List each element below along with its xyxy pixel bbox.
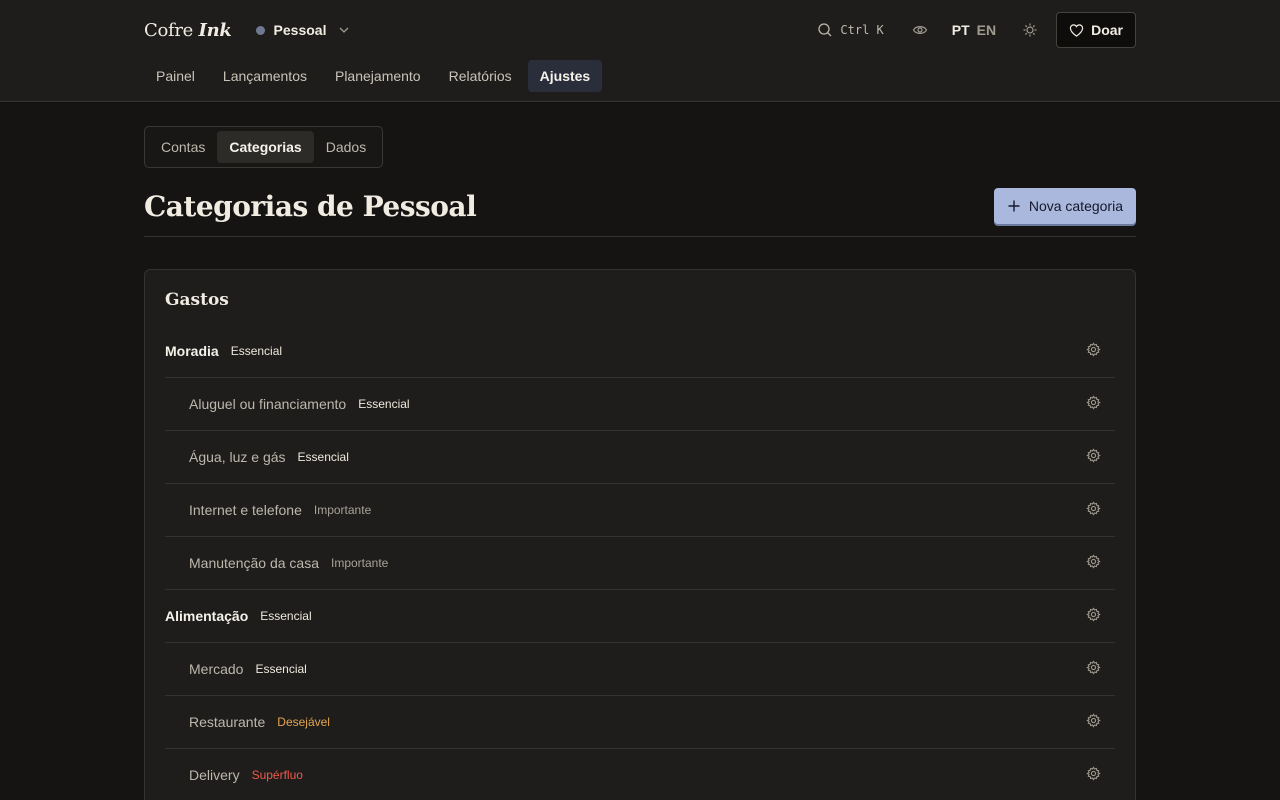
category-row: Aluguel ou financiamento Essencial xyxy=(165,378,1115,431)
eye-icon[interactable] xyxy=(912,22,928,38)
search-shortcut: Ctrl K xyxy=(840,23,884,37)
gear-icon[interactable] xyxy=(1086,342,1101,357)
gear-icon[interactable] xyxy=(1086,554,1101,569)
category-row: Delivery Supérfluo xyxy=(165,749,1115,800)
priority-badge: Supérfluo xyxy=(251,768,303,782)
gear-icon-svg xyxy=(1086,395,1101,410)
priority-badge: Essencial xyxy=(358,397,410,411)
nav-planejamento[interactable]: Planejamento xyxy=(323,60,433,92)
space-switcher[interactable]: Pessoal xyxy=(255,22,351,38)
category-row: Água, luz e gás Essencial xyxy=(165,431,1115,484)
nav-ajustes[interactable]: Ajustes xyxy=(527,60,603,92)
sun-icon[interactable] xyxy=(1022,22,1038,38)
gear-icon-svg xyxy=(1086,660,1101,675)
gear-icon[interactable] xyxy=(1086,448,1101,463)
priority-badge: Desejável xyxy=(277,715,330,729)
settings-tabs: Contas Categorias Dados xyxy=(144,126,384,168)
gear-icon[interactable] xyxy=(1086,713,1101,728)
brand-accent: Ink xyxy=(198,19,232,41)
category-row: Restaurante Desejável xyxy=(165,696,1115,749)
priority-badge: Importante xyxy=(330,556,389,570)
search-icon xyxy=(817,22,833,38)
donate-label: Doar xyxy=(1091,22,1123,38)
category-name: Restaurante xyxy=(189,714,266,730)
priority-badge: Essencial xyxy=(255,662,307,676)
tab-contas[interactable]: Contas xyxy=(149,131,217,163)
gear-icon[interactable] xyxy=(1086,660,1101,675)
chevron-down-icon xyxy=(338,24,350,36)
new-category-button[interactable]: Nova categoria xyxy=(993,188,1136,224)
category-row: Internet e telefone Importante xyxy=(165,484,1115,537)
plus-icon xyxy=(1007,199,1021,213)
category-name: Internet e telefone xyxy=(189,502,302,518)
gear-icon-svg xyxy=(1086,501,1101,516)
brand-name: Cofre xyxy=(144,19,194,41)
category-name: Aluguel ou financiamento xyxy=(189,396,347,412)
top-bar: Cofre Ink Pessoal Ctrl K PT EN Doar xyxy=(144,0,1136,60)
donate-button[interactable]: Doar xyxy=(1056,12,1136,48)
heart-icon xyxy=(1069,23,1084,38)
lang-pt[interactable]: PT xyxy=(952,22,970,38)
new-category-label: Nova categoria xyxy=(1028,198,1123,214)
category-name: Delivery xyxy=(189,767,240,783)
expenses-card: Gastos Moradia Essencial Aluguel ou financ… xyxy=(144,269,1136,800)
lang-en[interactable]: EN xyxy=(977,22,996,38)
gear-icon[interactable] xyxy=(1086,395,1101,410)
gear-icon-svg xyxy=(1086,448,1101,463)
priority-badge: Essencial xyxy=(230,344,283,358)
category-group-row: Alimentação Essencial xyxy=(165,590,1115,643)
language-switcher: PT EN xyxy=(952,22,996,38)
brand-logo[interactable]: Cofre Ink xyxy=(144,20,232,41)
nav-lancamentos[interactable]: Lançamentos xyxy=(211,60,319,92)
category-row: Manutenção da casa Importante xyxy=(165,537,1115,590)
section-title: Gastos xyxy=(165,290,229,310)
gear-icon[interactable] xyxy=(1086,607,1101,622)
gear-icon-svg xyxy=(1086,607,1101,622)
category-list: Moradia Essencial Aluguel ou financiamento… xyxy=(165,325,1115,800)
page-header: Categorias de Pessoal Nova categoria xyxy=(144,188,1136,237)
category-group-row: Moradia Essencial xyxy=(165,325,1115,378)
category-name: Água, luz e gás xyxy=(189,449,286,465)
space-name: Pessoal xyxy=(273,22,327,38)
tab-dados[interactable]: Dados xyxy=(314,131,378,163)
category-name: Mercado xyxy=(189,661,244,677)
category-name: Alimentação xyxy=(165,608,249,624)
nav-relatorios[interactable]: Relatórios xyxy=(437,60,524,92)
priority-badge: Importante xyxy=(313,503,372,517)
category-row: Mercado Essencial xyxy=(165,643,1115,696)
gear-icon-svg xyxy=(1086,766,1101,781)
gear-icon[interactable] xyxy=(1086,501,1101,516)
category-name: Manutenção da casa xyxy=(189,555,319,571)
nav-painel[interactable]: Painel xyxy=(144,60,207,92)
tab-categorias[interactable]: Categorias xyxy=(217,131,314,163)
gear-icon-svg xyxy=(1086,713,1101,728)
app-header: Cofre Ink Pessoal Ctrl K PT EN Doar Pain… xyxy=(0,0,1280,102)
main-nav: Painel Lançamentos Planejamento Relatóri… xyxy=(144,60,1136,92)
category-name: Moradia xyxy=(165,343,219,359)
space-color-dot xyxy=(255,25,265,35)
gear-icon[interactable] xyxy=(1086,766,1101,781)
search-button[interactable]: Ctrl K xyxy=(817,22,884,38)
priority-badge: Essencial xyxy=(260,609,312,623)
main-content: Contas Categorias Dados Categorias de Pe… xyxy=(144,102,1136,800)
page-title: Categorias de Pessoal xyxy=(144,189,477,223)
gear-icon-svg xyxy=(1086,554,1101,569)
priority-badge: Essencial xyxy=(297,450,349,464)
gear-icon-svg xyxy=(1086,342,1101,357)
